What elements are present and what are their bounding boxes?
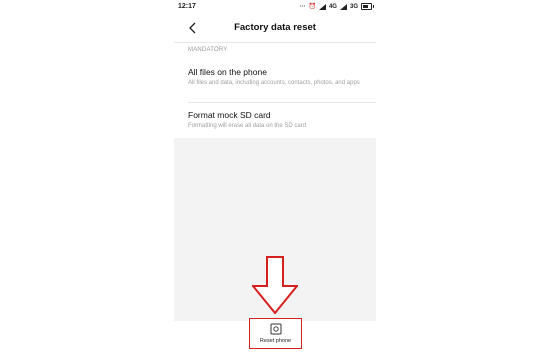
- item-desc: Formatting will erase all data on the SD…: [188, 123, 307, 129]
- section-label: MANDATORY: [188, 47, 228, 53]
- reset-phone-label: Reset phone: [259, 338, 292, 344]
- network-3g-label: 3G: [349, 3, 358, 10]
- more-dots-icon: ···: [299, 3, 306, 10]
- down-arrow-icon: [252, 256, 298, 314]
- divider: [174, 42, 376, 43]
- item-desc: All files and data, including accounts, …: [188, 80, 360, 86]
- reset-phone-button[interactable]: Reset phone: [249, 318, 302, 349]
- signal-icon-2: [339, 3, 347, 10]
- signal-icon: [318, 3, 326, 10]
- item-title: Format mock SD card: [188, 110, 271, 120]
- header: Factory data reset: [174, 14, 376, 42]
- item-all-files[interactable]: All files on the phone All files and dat…: [188, 67, 368, 87]
- status-icons: ··· ⏰ 4G 3G: [299, 3, 374, 10]
- alarm-icon: ⏰: [308, 4, 316, 10]
- page-title: Factory data reset: [234, 22, 316, 33]
- item-title: All files on the phone: [188, 67, 267, 77]
- item-format-sd[interactable]: Format mock SD card Formatting will eras…: [188, 110, 368, 130]
- status-time: 12:17: [178, 3, 196, 10]
- battery-icon: [361, 3, 374, 10]
- network-4g-label: 4G: [328, 3, 337, 10]
- reset-phone-icon: [270, 323, 282, 335]
- status-bar: 12:17 ··· ⏰ 4G 3G: [174, 0, 376, 14]
- divider: [188, 102, 376, 103]
